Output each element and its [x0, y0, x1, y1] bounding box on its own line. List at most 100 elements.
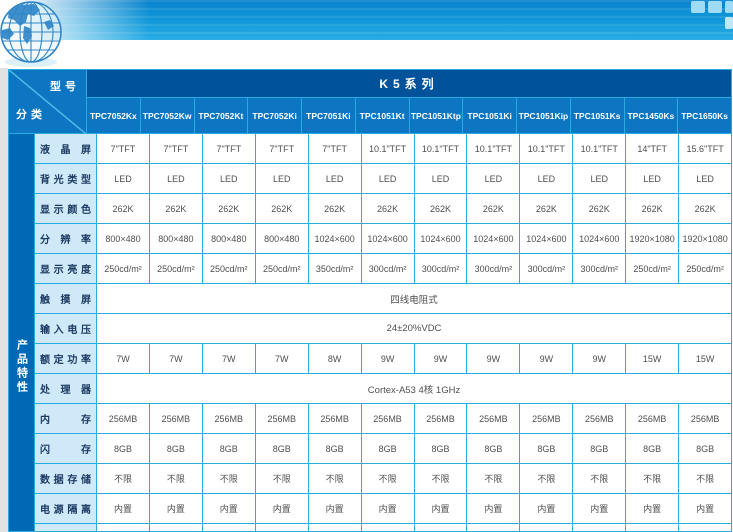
spec-cell: 7W	[256, 344, 309, 373]
spec-cell: 内置	[696, 504, 715, 514]
spec-cell: 无	[150, 524, 203, 531]
spec-cell: 内置	[203, 494, 256, 523]
spec-cell: 1920×1080	[682, 233, 728, 244]
spec-cell: 10.1"TFT	[415, 134, 468, 163]
spec-cell: 8GB	[203, 434, 256, 463]
spec-cell: 8GB	[696, 443, 715, 454]
spec-cell: 15.6"TFT	[686, 143, 724, 154]
spec-cell: 256MB	[97, 404, 150, 433]
spec-cell: 不限	[467, 464, 521, 493]
spec-row: 液晶屏 7"TFT 7"TFT 7"TFT 7"TFT 7"TFT 10.1"TFT 10.1…	[35, 134, 731, 164]
spec-cell: 8GB	[415, 434, 468, 463]
spec-cell: 256MB	[309, 404, 362, 433]
banner-square-decoration	[691, 1, 705, 13]
product-features-label: 产品特性	[15, 339, 28, 395]
row-label-text: 数据存储	[40, 475, 91, 486]
row-label: 背光类型	[35, 164, 97, 193]
row-label-text: 分辨率	[40, 235, 91, 246]
spec-cell: 内置	[150, 494, 203, 523]
spec-cell: 800×480	[256, 224, 309, 253]
spec-cell: 256MB	[203, 404, 256, 433]
spec-cell: 内置	[626, 524, 680, 531]
model-header: TPC1650Ks	[678, 98, 731, 133]
spec-cell: 256MB	[520, 404, 574, 433]
spec-row: 处理器 Cortex-A53 4核 1GHz	[35, 374, 731, 404]
row-label: 显示颜色	[35, 194, 97, 223]
spec-cell: 256MB	[256, 404, 309, 433]
spec-cell: 7"TFT	[256, 134, 309, 163]
spec-cell: 262K	[203, 194, 256, 223]
spec-cell: 1024×600	[520, 224, 574, 253]
spec-row: 输入电压 24±20%VDC	[35, 314, 731, 344]
spec-cell: LED	[309, 164, 362, 193]
row-label-text: 背光类型	[40, 175, 91, 186]
spec-cell: 262K	[256, 194, 309, 223]
spec-cell: 250cd/m²	[256, 254, 309, 283]
row-label: 处理器	[35, 374, 97, 403]
globe-icon	[0, 0, 64, 73]
spec-cell: 不限	[256, 464, 309, 493]
spec-cell: 10.1"TFT	[467, 134, 521, 163]
spec-cell: 1024×600	[415, 224, 468, 253]
spec-span-cell: 24±20%VDC	[386, 323, 442, 334]
row-label: 液晶屏	[35, 134, 97, 163]
spec-cell: 256MB	[362, 404, 415, 433]
spec-cell: 350cd/m²	[309, 254, 362, 283]
spec-cell: 300cd/m²	[415, 254, 468, 283]
spec-cell: 无	[309, 524, 362, 531]
row-label: 触摸屏	[35, 284, 97, 313]
spec-cell: LED	[150, 164, 203, 193]
spec-cell: 无	[362, 524, 415, 531]
spec-row: 串口隔离无无无无无无无内置内置内置内置内置	[35, 524, 731, 531]
row-label-text: 显示亮度	[40, 265, 91, 276]
row-label-text: 输入电压	[40, 325, 91, 336]
spec-row: 分辨率 800×480 800×480 800×480 800×480 1024×600 1…	[35, 224, 731, 254]
spec-cell: 9W	[467, 344, 521, 373]
spec-cell: 9W	[520, 344, 574, 373]
spec-cell: 7W	[203, 344, 256, 373]
spec-cell: 300cd/m²	[520, 254, 574, 283]
banner-square-decoration	[708, 1, 722, 13]
spec-cell: 262K	[520, 194, 574, 223]
spec-cell: 800×480	[97, 224, 150, 253]
spec-cell: 不限	[415, 464, 468, 493]
model-header: TPC7052Kx	[87, 98, 141, 133]
row-label: 数据存储	[35, 464, 97, 493]
spec-rows: 液晶屏 7"TFT 7"TFT 7"TFT 7"TFT 7"TFT 10.1"TFT 10.1…	[35, 134, 731, 531]
spec-cell: 不限	[520, 464, 574, 493]
model-header-row: TPC7052Kx TPC7052Kw TPC7052Kt TPC7052Ki TPC7…	[87, 98, 731, 134]
row-label: 电源隔离	[35, 494, 97, 523]
model-header: TPC7052Kt	[194, 98, 249, 133]
spec-cell: 300cd/m²	[573, 254, 627, 283]
spec-cell: 9W	[573, 344, 627, 373]
spec-cell: 7W	[150, 344, 203, 373]
spec-cell: 内置	[520, 494, 574, 523]
model-header: TPC7052Ki	[248, 98, 302, 133]
spec-row: 显示亮度 250cd/m² 250cd/m² 250cd/m² 250cd/m² 350c…	[35, 254, 731, 284]
spec-cell: 内置	[520, 524, 574, 531]
spec-cell: 8GB	[573, 434, 627, 463]
product-features-strip: 产品特性	[9, 134, 35, 531]
spec-row: 显示颜色 262K 262K 262K 262K 262K 262K 262K 262K 262K…	[35, 194, 731, 224]
spec-cell: 内置	[415, 494, 468, 523]
spec-cell: 262K	[309, 194, 362, 223]
spec-cell: 8GB	[309, 434, 362, 463]
model-header: TPC1051Ktp	[409, 98, 464, 133]
spec-cell: 1920×1080	[626, 224, 680, 253]
model-header: TPC1051Ks	[570, 98, 625, 133]
spec-cell: 不限	[573, 464, 627, 493]
spec-cell: 8W	[309, 344, 362, 373]
spec-cell: 250cd/m²	[686, 263, 724, 274]
row-label: 内存	[35, 404, 97, 433]
spec-cell: 9W	[415, 344, 468, 373]
spec-span-cell: 四线电阻式	[390, 294, 438, 306]
spec-cell: 250cd/m²	[150, 254, 203, 283]
spec-cell: 10.1"TFT	[520, 134, 574, 163]
spec-cell: 不限	[150, 464, 203, 493]
row-label-text: 闪存	[40, 445, 91, 456]
top-banner	[0, 0, 733, 68]
left-margin-strip	[0, 68, 8, 532]
spec-cell: 内置	[467, 524, 521, 531]
spec-cell: 无	[203, 524, 256, 531]
spec-cell: 内置	[573, 524, 627, 531]
